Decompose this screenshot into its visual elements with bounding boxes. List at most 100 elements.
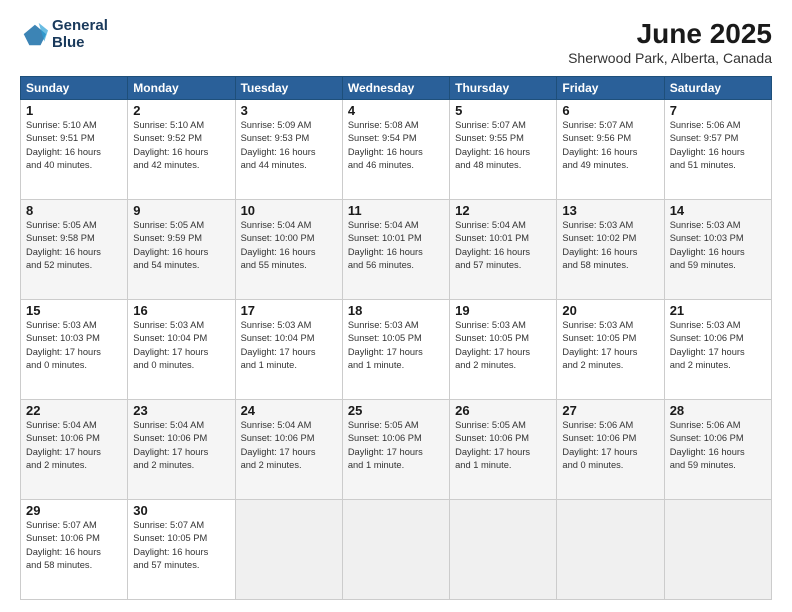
table-row: 10Sunrise: 5:04 AMSunset: 10:00 PMDaylig…	[235, 200, 342, 300]
day-number: 7	[670, 103, 766, 118]
table-row: 7Sunrise: 5:06 AMSunset: 9:57 PMDaylight…	[664, 100, 771, 200]
day-number: 10	[241, 203, 337, 218]
week-row-4: 22Sunrise: 5:04 AMSunset: 10:06 PMDaylig…	[21, 400, 772, 500]
day-number: 27	[562, 403, 658, 418]
logo-icon	[20, 21, 48, 49]
day-info: Sunrise: 5:03 AMSunset: 10:06 PMDaylight…	[670, 319, 766, 373]
table-row: 9Sunrise: 5:05 AMSunset: 9:59 PMDaylight…	[128, 200, 235, 300]
col-wednesday: Wednesday	[342, 77, 449, 100]
day-info: Sunrise: 5:06 AMSunset: 10:06 PMDaylight…	[670, 419, 766, 473]
day-number: 3	[241, 103, 337, 118]
day-number: 28	[670, 403, 766, 418]
table-row: 1Sunrise: 5:10 AMSunset: 9:51 PMDaylight…	[21, 100, 128, 200]
day-number: 30	[133, 503, 229, 518]
day-number: 25	[348, 403, 444, 418]
day-info: Sunrise: 5:05 AMSunset: 10:06 PMDaylight…	[348, 419, 444, 473]
day-number: 19	[455, 303, 551, 318]
table-row: 17Sunrise: 5:03 AMSunset: 10:04 PMDaylig…	[235, 300, 342, 400]
table-row	[557, 500, 664, 600]
col-saturday: Saturday	[664, 77, 771, 100]
title-block: June 2025 Sherwood Park, Alberta, Canada	[568, 18, 772, 66]
day-info: Sunrise: 5:04 AMSunset: 10:01 PMDaylight…	[348, 219, 444, 273]
table-row: 16Sunrise: 5:03 AMSunset: 10:04 PMDaylig…	[128, 300, 235, 400]
table-row: 20Sunrise: 5:03 AMSunset: 10:05 PMDaylig…	[557, 300, 664, 400]
table-row: 6Sunrise: 5:07 AMSunset: 9:56 PMDaylight…	[557, 100, 664, 200]
logo: General Blue	[20, 18, 108, 51]
day-info: Sunrise: 5:07 AMSunset: 9:55 PMDaylight:…	[455, 119, 551, 173]
day-number: 21	[670, 303, 766, 318]
day-number: 4	[348, 103, 444, 118]
table-row: 28Sunrise: 5:06 AMSunset: 10:06 PMDaylig…	[664, 400, 771, 500]
day-info: Sunrise: 5:03 AMSunset: 10:05 PMDaylight…	[455, 319, 551, 373]
table-row: 25Sunrise: 5:05 AMSunset: 10:06 PMDaylig…	[342, 400, 449, 500]
day-number: 17	[241, 303, 337, 318]
day-info: Sunrise: 5:04 AMSunset: 10:06 PMDaylight…	[26, 419, 122, 473]
day-info: Sunrise: 5:04 AMSunset: 10:00 PMDaylight…	[241, 219, 337, 273]
day-number: 14	[670, 203, 766, 218]
table-row	[235, 500, 342, 600]
day-info: Sunrise: 5:06 AMSunset: 9:57 PMDaylight:…	[670, 119, 766, 173]
day-number: 26	[455, 403, 551, 418]
col-tuesday: Tuesday	[235, 77, 342, 100]
table-row: 19Sunrise: 5:03 AMSunset: 10:05 PMDaylig…	[450, 300, 557, 400]
day-number: 8	[26, 203, 122, 218]
day-info: Sunrise: 5:03 AMSunset: 10:05 PMDaylight…	[562, 319, 658, 373]
logo-text: General Blue	[52, 18, 108, 51]
day-info: Sunrise: 5:03 AMSunset: 10:03 PMDaylight…	[670, 219, 766, 273]
week-row-5: 29Sunrise: 5:07 AMSunset: 10:06 PMDaylig…	[21, 500, 772, 600]
day-info: Sunrise: 5:07 AMSunset: 9:56 PMDaylight:…	[562, 119, 658, 173]
table-row: 22Sunrise: 5:04 AMSunset: 10:06 PMDaylig…	[21, 400, 128, 500]
table-row: 23Sunrise: 5:04 AMSunset: 10:06 PMDaylig…	[128, 400, 235, 500]
table-row: 18Sunrise: 5:03 AMSunset: 10:05 PMDaylig…	[342, 300, 449, 400]
day-info: Sunrise: 5:08 AMSunset: 9:54 PMDaylight:…	[348, 119, 444, 173]
day-info: Sunrise: 5:06 AMSunset: 10:06 PMDaylight…	[562, 419, 658, 473]
day-info: Sunrise: 5:04 AMSunset: 10:06 PMDaylight…	[133, 419, 229, 473]
table-row: 29Sunrise: 5:07 AMSunset: 10:06 PMDaylig…	[21, 500, 128, 600]
calendar-title: June 2025	[568, 18, 772, 50]
day-number: 11	[348, 203, 444, 218]
table-row: 24Sunrise: 5:04 AMSunset: 10:06 PMDaylig…	[235, 400, 342, 500]
day-info: Sunrise: 5:04 AMSunset: 10:06 PMDaylight…	[241, 419, 337, 473]
day-number: 29	[26, 503, 122, 518]
day-info: Sunrise: 5:10 AMSunset: 9:52 PMDaylight:…	[133, 119, 229, 173]
table-row	[450, 500, 557, 600]
day-info: Sunrise: 5:03 AMSunset: 10:04 PMDaylight…	[133, 319, 229, 373]
table-row: 27Sunrise: 5:06 AMSunset: 10:06 PMDaylig…	[557, 400, 664, 500]
table-row: 8Sunrise: 5:05 AMSunset: 9:58 PMDaylight…	[21, 200, 128, 300]
day-info: Sunrise: 5:09 AMSunset: 9:53 PMDaylight:…	[241, 119, 337, 173]
table-row: 21Sunrise: 5:03 AMSunset: 10:06 PMDaylig…	[664, 300, 771, 400]
day-info: Sunrise: 5:03 AMSunset: 10:04 PMDaylight…	[241, 319, 337, 373]
day-info: Sunrise: 5:03 AMSunset: 10:03 PMDaylight…	[26, 319, 122, 373]
day-info: Sunrise: 5:03 AMSunset: 10:05 PMDaylight…	[348, 319, 444, 373]
day-info: Sunrise: 5:05 AMSunset: 9:58 PMDaylight:…	[26, 219, 122, 273]
day-number: 9	[133, 203, 229, 218]
table-row: 12Sunrise: 5:04 AMSunset: 10:01 PMDaylig…	[450, 200, 557, 300]
day-number: 23	[133, 403, 229, 418]
day-info: Sunrise: 5:07 AMSunset: 10:05 PMDaylight…	[133, 519, 229, 573]
col-sunday: Sunday	[21, 77, 128, 100]
page: General Blue June 2025 Sherwood Park, Al…	[0, 0, 792, 612]
day-number: 18	[348, 303, 444, 318]
day-number: 22	[26, 403, 122, 418]
table-row: 14Sunrise: 5:03 AMSunset: 10:03 PMDaylig…	[664, 200, 771, 300]
table-row: 11Sunrise: 5:04 AMSunset: 10:01 PMDaylig…	[342, 200, 449, 300]
day-info: Sunrise: 5:05 AMSunset: 10:06 PMDaylight…	[455, 419, 551, 473]
col-friday: Friday	[557, 77, 664, 100]
calendar-table: Sunday Monday Tuesday Wednesday Thursday…	[20, 76, 772, 600]
table-row: 4Sunrise: 5:08 AMSunset: 9:54 PMDaylight…	[342, 100, 449, 200]
table-row	[664, 500, 771, 600]
day-number: 2	[133, 103, 229, 118]
day-info: Sunrise: 5:04 AMSunset: 10:01 PMDaylight…	[455, 219, 551, 273]
day-number: 5	[455, 103, 551, 118]
calendar-subtitle: Sherwood Park, Alberta, Canada	[568, 50, 772, 66]
table-row: 5Sunrise: 5:07 AMSunset: 9:55 PMDaylight…	[450, 100, 557, 200]
day-number: 1	[26, 103, 122, 118]
table-row: 3Sunrise: 5:09 AMSunset: 9:53 PMDaylight…	[235, 100, 342, 200]
day-number: 20	[562, 303, 658, 318]
day-number: 12	[455, 203, 551, 218]
table-row: 15Sunrise: 5:03 AMSunset: 10:03 PMDaylig…	[21, 300, 128, 400]
table-row: 30Sunrise: 5:07 AMSunset: 10:05 PMDaylig…	[128, 500, 235, 600]
col-thursday: Thursday	[450, 77, 557, 100]
day-info: Sunrise: 5:05 AMSunset: 9:59 PMDaylight:…	[133, 219, 229, 273]
day-info: Sunrise: 5:10 AMSunset: 9:51 PMDaylight:…	[26, 119, 122, 173]
